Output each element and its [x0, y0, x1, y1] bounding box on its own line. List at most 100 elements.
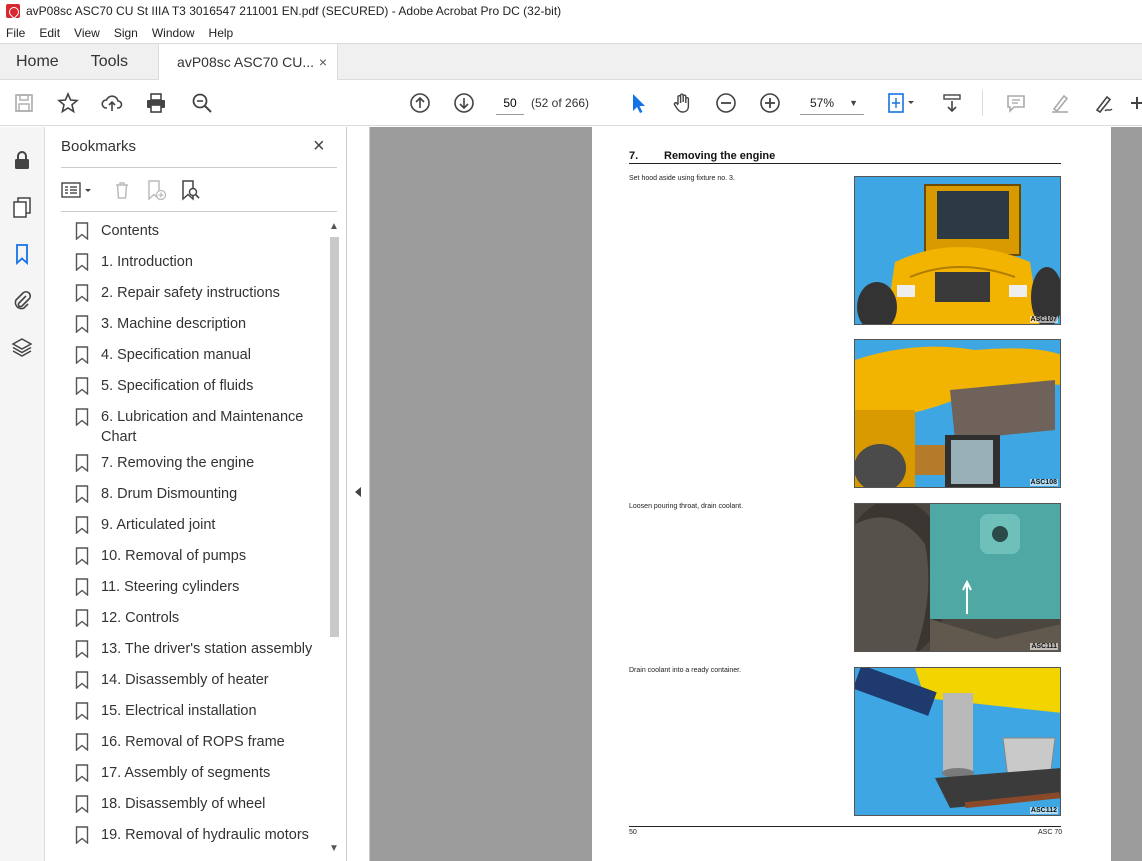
bookmark-icon	[75, 346, 89, 364]
footer-rule	[629, 826, 1061, 827]
divider	[61, 211, 337, 212]
bookmark-icon	[75, 826, 89, 844]
menu-bar: File Edit View Sign Window Help	[0, 22, 1142, 43]
tab-document[interactable]: avP08sc ASC70 CU... ×	[158, 44, 339, 80]
bookmarks-close-button[interactable]: ×	[313, 136, 325, 156]
page-thumbnails-icon[interactable]	[10, 195, 34, 219]
more-tools-icon[interactable]	[1130, 89, 1142, 117]
navigation-rail	[0, 127, 45, 861]
photo-asc107: ASC107	[854, 176, 1061, 325]
previous-page-icon[interactable]	[406, 89, 434, 117]
bookmark-drum-dismounting[interactable]: 8. Drum Dismounting	[75, 484, 330, 504]
bookmark-removal-pumps[interactable]: 10. Removal of pumps	[75, 546, 330, 566]
scrollbar-thumb[interactable]	[330, 237, 339, 637]
menu-help[interactable]: Help	[209, 26, 234, 40]
bookmark-controls[interactable]: 12. Controls	[75, 608, 330, 628]
bookmark-electrical[interactable]: 15. Electrical installation	[75, 701, 330, 721]
print-icon[interactable]	[142, 89, 170, 117]
bookmark-articulated-joint[interactable]: 9. Articulated joint	[75, 515, 330, 535]
bookmark-wheel[interactable]: 18. Disassembly of wheel	[75, 794, 330, 814]
bookmark-label: 6. Lubrication and Maintenance Chart	[101, 409, 304, 445]
comment-icon[interactable]	[1002, 89, 1030, 117]
bookmark-segments[interactable]: 17. Assembly of segments	[75, 763, 330, 783]
zoom-level-value: 57%	[810, 95, 835, 110]
page-number-input[interactable]	[496, 91, 524, 115]
window-title: avP08sc ASC70 CU St IIIA T3 3016547 2110…	[26, 4, 562, 18]
bookmark-label: 1. Introduction	[101, 254, 193, 270]
bookmark-icon	[75, 516, 89, 534]
bookmark-hydraulic-motors[interactable]: 19. Removal of hydraulic motors	[75, 825, 330, 845]
photo-asc111: ASC111	[854, 503, 1061, 652]
scroll-down-icon[interactable]: ▼	[329, 843, 339, 854]
page-count: (52 of 266)	[531, 96, 590, 110]
menu-edit[interactable]: Edit	[39, 26, 60, 40]
bookmark-label: 10. Removal of pumps	[101, 548, 247, 564]
bookmark-specification-manual[interactable]: 4. Specification manual	[75, 345, 330, 365]
bookmark-contents[interactable]: Contents	[75, 221, 330, 241]
bookmark-label: 8. Drum Dismounting	[101, 486, 238, 502]
collapse-panel-icon[interactable]	[355, 487, 361, 497]
bookmark-label: 2. Repair safety instructions	[101, 285, 280, 301]
menu-view[interactable]: View	[74, 26, 100, 40]
bookmarks-scrollbar[interactable]: ▲ ▼	[328, 221, 342, 861]
save-icon[interactable]	[10, 89, 38, 117]
bookmark-specification-fluids[interactable]: 5. Specification of fluids	[75, 376, 330, 396]
section-heading: 7. Removing the engine	[629, 150, 775, 162]
tab-tools[interactable]: Tools	[75, 44, 144, 79]
section-title: Removing the engine	[664, 150, 776, 162]
new-bookmark-icon[interactable]	[143, 177, 169, 203]
tab-home[interactable]: Home	[0, 44, 75, 79]
bookmark-panel-icon[interactable]	[10, 242, 34, 266]
bookmark-icon	[75, 377, 89, 395]
bookmark-repair-safety[interactable]: 2. Repair safety instructions	[75, 283, 330, 303]
hand-tool-icon[interactable]	[668, 89, 696, 117]
highlight-pen-icon[interactable]	[1046, 89, 1074, 117]
bookmark-icon	[75, 702, 89, 720]
sign-pen-icon[interactable]	[1090, 89, 1118, 117]
zoom-out-icon[interactable]	[712, 89, 740, 117]
layers-icon[interactable]	[10, 335, 34, 359]
acrobat-logo-icon	[6, 4, 20, 18]
page-footer-number: 50	[629, 829, 637, 836]
bookmark-steering-cylinders[interactable]: 11. Steering cylinders	[75, 577, 330, 597]
menu-window[interactable]: Window	[152, 26, 195, 40]
tab-bar: Home Tools avP08sc ASC70 CU... ×	[0, 43, 1142, 80]
panel-splitter[interactable]	[347, 127, 370, 861]
delete-bookmark-icon[interactable]	[109, 177, 135, 203]
bookmark-removing-engine[interactable]: 7. Removing the engine	[75, 453, 330, 473]
scrolling-mode-icon[interactable]	[938, 89, 966, 117]
fit-page-icon[interactable]	[882, 89, 922, 117]
bookmark-introduction[interactable]: 1. Introduction	[75, 252, 330, 272]
menu-file[interactable]: File	[6, 26, 25, 40]
select-cursor-icon[interactable]	[624, 89, 652, 117]
cloud-upload-icon[interactable]	[98, 89, 126, 117]
bookmark-rops-frame[interactable]: 16. Removal of ROPS frame	[75, 732, 330, 752]
bookmark-machine-description[interactable]: 3. Machine description	[75, 314, 330, 334]
drain-container-image	[855, 668, 1060, 815]
hood-lifted-image	[855, 340, 1060, 487]
bookmark-label: 16. Removal of ROPS frame	[101, 734, 285, 750]
bookmark-list: Contents 1. Introduction 2. Repair safet…	[75, 221, 330, 856]
star-icon[interactable]	[54, 89, 82, 117]
document-viewport[interactable]: 7. Removing the engine Set hood aside usi…	[370, 127, 1142, 861]
scroll-up-icon[interactable]: ▲	[329, 221, 339, 232]
zoom-in-icon[interactable]	[756, 89, 784, 117]
menu-sign[interactable]: Sign	[114, 26, 138, 40]
tab-close-button[interactable]: ×	[319, 54, 327, 70]
bookmark-icon	[75, 733, 89, 751]
find-bookmark-icon[interactable]	[177, 177, 203, 203]
lock-icon[interactable]	[10, 148, 34, 172]
bookmark-lubrication[interactable]: 6. Lubrication and Maintenance Chart	[75, 407, 330, 447]
photo-caption: ASC111	[1030, 643, 1058, 650]
bookmark-options-icon[interactable]	[59, 177, 95, 203]
next-page-icon[interactable]	[450, 89, 478, 117]
zoom-level-select[interactable]: 57% ▼	[800, 91, 864, 115]
zoom-search-icon[interactable]	[188, 89, 216, 117]
bookmark-label: 3. Machine description	[101, 316, 247, 332]
attachment-icon[interactable]	[10, 288, 34, 312]
bookmark-drivers-station[interactable]: 13. The driver's station assembly	[75, 639, 330, 659]
bookmark-icon	[75, 315, 89, 333]
instruction-text: Loosen pouring throat, drain coolant.	[629, 503, 744, 510]
divider	[61, 167, 337, 168]
bookmark-heater[interactable]: 14. Disassembly of heater	[75, 670, 330, 690]
